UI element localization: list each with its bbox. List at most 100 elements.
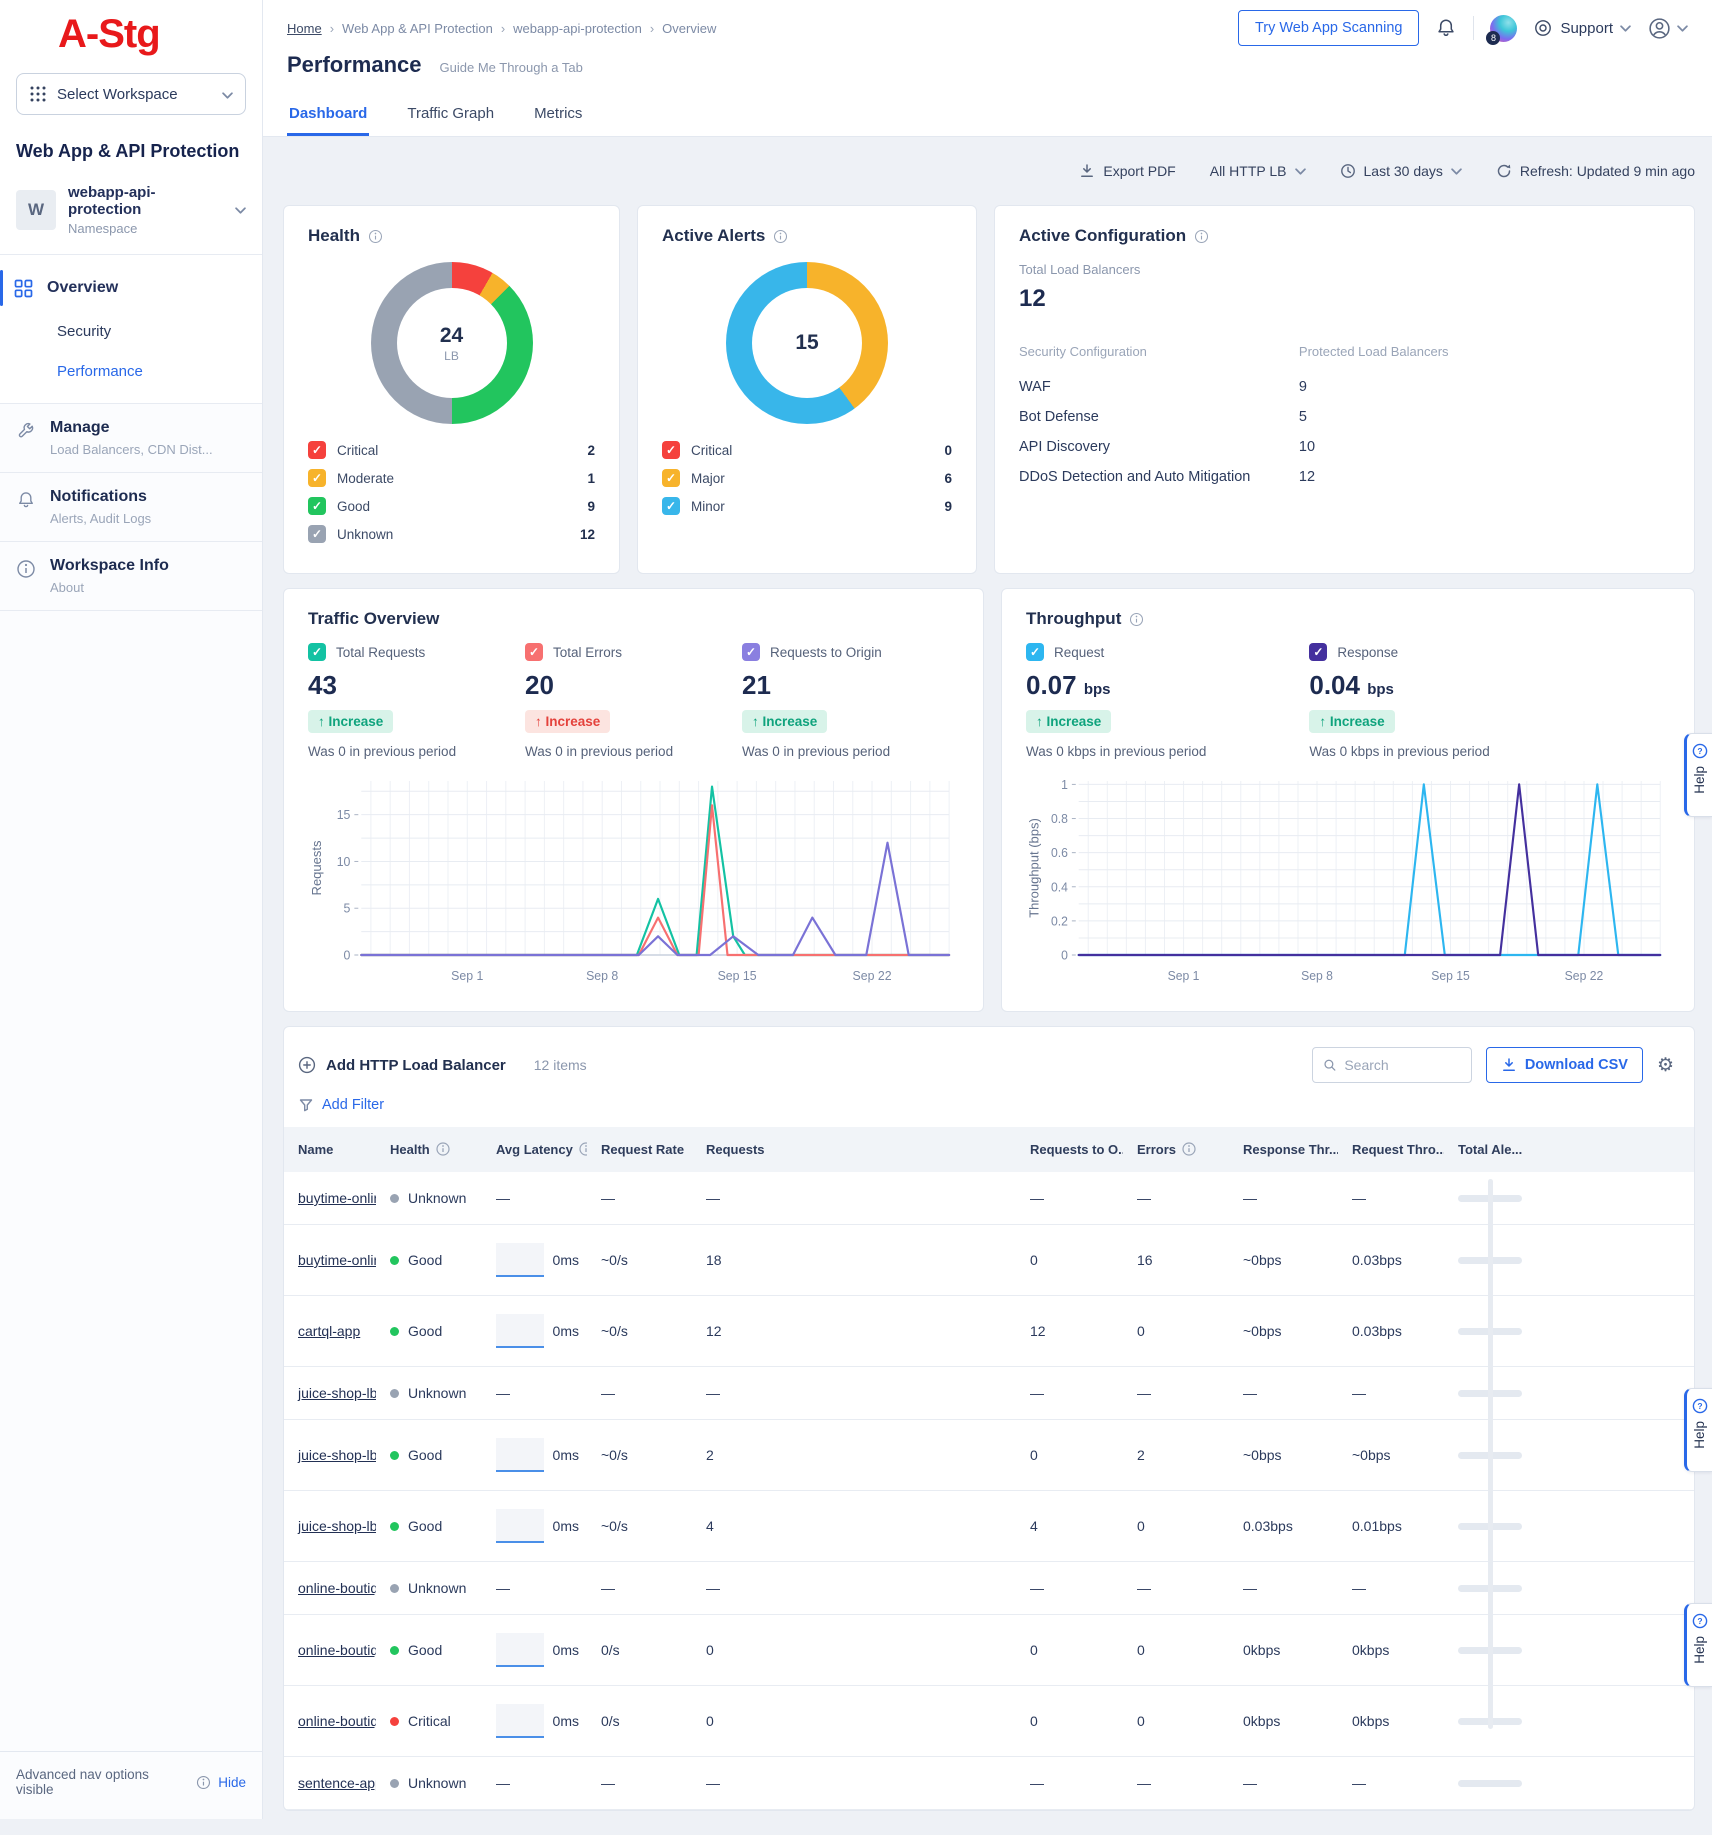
avatar[interactable]: 8 bbox=[1490, 15, 1517, 42]
add-http-lb-button[interactable]: Add HTTP Load Balancer bbox=[298, 1056, 506, 1074]
stat-block: ✓Request0.07 bps↑ IncreaseWas 0 kbps in … bbox=[1026, 643, 1309, 759]
column-header-requests[interactable]: Requests bbox=[692, 1127, 1016, 1172]
info-icon[interactable] bbox=[773, 229, 788, 244]
stat-checkbox[interactable]: ✓ bbox=[308, 643, 326, 661]
download-csv-button[interactable]: Download CSV bbox=[1486, 1047, 1643, 1083]
legend-checkbox[interactable]: ✓ bbox=[308, 469, 326, 487]
column-header-requests-to-o-[interactable]: Requests to O... bbox=[1016, 1127, 1123, 1172]
legend-checkbox[interactable]: ✓ bbox=[308, 525, 326, 543]
divider bbox=[1473, 16, 1474, 40]
breadcrumb-item[interactable]: webapp-api-protection bbox=[513, 21, 642, 36]
latency-sparkline[interactable] bbox=[496, 1633, 544, 1667]
lb-name-link[interactable]: juice-shop-lb-1 bbox=[298, 1385, 376, 1401]
lb-filter-dropdown[interactable]: All HTTP LB bbox=[1210, 163, 1306, 179]
stat-label: Request bbox=[1054, 645, 1104, 660]
search-icon bbox=[1323, 1057, 1337, 1073]
try-web-app-scanning-button[interactable]: Try Web App Scanning bbox=[1238, 10, 1420, 46]
gear-icon[interactable]: ⚙ bbox=[1657, 1056, 1674, 1075]
support-menu[interactable]: Support bbox=[1533, 18, 1631, 38]
sidebar-item-manage[interactable]: Manage Load Balancers, CDN Dist... bbox=[0, 404, 262, 473]
export-pdf-button[interactable]: Export PDF bbox=[1079, 163, 1175, 179]
latency-sparkline[interactable] bbox=[496, 1438, 544, 1472]
brand-logo[interactable]: A-Stg bbox=[58, 12, 262, 57]
tab-traffic-graph[interactable]: Traffic Graph bbox=[405, 90, 496, 136]
health-cell: Good bbox=[376, 1225, 482, 1296]
sidebar-item-performance[interactable]: Performance bbox=[0, 351, 262, 391]
lb-name-link[interactable]: online-boutiqu... bbox=[298, 1642, 376, 1658]
stat-checkbox[interactable]: ✓ bbox=[1309, 643, 1327, 661]
alerts-title: Active Alerts bbox=[662, 226, 765, 246]
lb-name-link[interactable]: online-boutiqu... bbox=[298, 1713, 376, 1729]
legend-checkbox[interactable]: ✓ bbox=[662, 469, 680, 487]
column-header-request-rate[interactable]: Request Rate bbox=[587, 1127, 692, 1172]
help-tab[interactable]: ? Help bbox=[1684, 1388, 1712, 1472]
legend-checkbox[interactable]: ✓ bbox=[308, 497, 326, 515]
health-cell: Good bbox=[376, 1615, 482, 1686]
table-scrollbar[interactable] bbox=[1488, 1179, 1493, 1729]
latency-sparkline[interactable] bbox=[496, 1314, 544, 1348]
column-header-errors[interactable]: Errors bbox=[1123, 1127, 1229, 1172]
svg-text:15: 15 bbox=[337, 808, 351, 822]
namespace-selector[interactable]: W webapp-api-protection Namespace bbox=[0, 176, 262, 255]
help-tab[interactable]: ? Help bbox=[1684, 733, 1712, 817]
latency-sparkline[interactable] bbox=[496, 1704, 544, 1738]
lb-name-link[interactable]: sentence-app... bbox=[298, 1775, 376, 1791]
product-title: Web App & API Protection bbox=[0, 121, 262, 176]
config-count: 12 bbox=[1299, 469, 1670, 485]
errors-cell: 0 bbox=[1123, 1296, 1229, 1367]
sidebar-item-workspace-info[interactable]: Workspace Info About bbox=[0, 542, 262, 611]
stat-checkbox[interactable]: ✓ bbox=[525, 643, 543, 661]
lb-name-link[interactable]: online-boutiqu... bbox=[298, 1580, 376, 1596]
legend-label: Good bbox=[337, 499, 576, 514]
guide-me-link[interactable]: Guide Me Through a Tab bbox=[440, 60, 583, 75]
stat-checkbox[interactable]: ✓ bbox=[1026, 643, 1044, 661]
lb-name-link[interactable]: cartql-app bbox=[298, 1323, 360, 1339]
workspace-selector[interactable]: Select Workspace bbox=[16, 73, 246, 115]
column-header-avg-latency[interactable]: Avg Latency bbox=[482, 1127, 587, 1172]
lb-name-link[interactable]: juice-shop-lb-2 bbox=[298, 1447, 376, 1463]
column-header-response-thr-[interactable]: Response Thr... bbox=[1229, 1127, 1338, 1172]
chevron-down-icon bbox=[1451, 168, 1462, 175]
active-configuration-card: Active Configuration Total Load Balancer… bbox=[994, 205, 1695, 574]
info-icon[interactable] bbox=[1129, 612, 1144, 627]
breadcrumb-item[interactable]: Web App & API Protection bbox=[342, 21, 493, 36]
request-throughput-cell: 0.03bps bbox=[1338, 1296, 1444, 1367]
tab-metrics[interactable]: Metrics bbox=[532, 90, 584, 136]
account-menu[interactable] bbox=[1647, 16, 1688, 41]
avg-latency-cell: — bbox=[482, 1757, 587, 1810]
request-rate-cell: — bbox=[587, 1367, 692, 1420]
latency-sparkline[interactable] bbox=[496, 1243, 544, 1277]
sidebar-item-security[interactable]: Security bbox=[0, 311, 262, 351]
breadcrumb-item[interactable]: Home bbox=[287, 21, 322, 36]
hide-nav-link[interactable]: Hide bbox=[218, 1775, 246, 1790]
info-icon[interactable] bbox=[1182, 1142, 1196, 1156]
sidebar-item-notifications[interactable]: Notifications Alerts, Audit Logs bbox=[0, 473, 262, 542]
info-icon[interactable] bbox=[579, 1142, 587, 1156]
info-icon[interactable] bbox=[1194, 229, 1209, 244]
add-filter-button[interactable]: Add Filter bbox=[284, 1083, 1694, 1127]
column-header-total-ale-[interactable]: Total Ale... bbox=[1444, 1127, 1695, 1172]
time-range-dropdown[interactable]: Last 30 days bbox=[1340, 163, 1462, 179]
info-icon[interactable] bbox=[436, 1142, 450, 1156]
refresh-button[interactable]: Refresh: Updated 9 min ago bbox=[1496, 163, 1695, 179]
config-count: 5 bbox=[1299, 409, 1670, 425]
search-input[interactable] bbox=[1344, 1057, 1461, 1073]
lb-name-link[interactable]: buytime-onlin... bbox=[298, 1190, 376, 1206]
info-icon[interactable] bbox=[368, 229, 383, 244]
bell-icon[interactable] bbox=[1435, 17, 1457, 39]
column-header-health[interactable]: Health bbox=[376, 1127, 482, 1172]
page-title: Performance bbox=[287, 52, 422, 78]
sidebar-item-overview[interactable]: Overview bbox=[0, 265, 262, 311]
tab-dashboard[interactable]: Dashboard bbox=[287, 90, 369, 136]
column-header-name[interactable]: Name bbox=[284, 1127, 376, 1172]
lb-name-link[interactable]: juice-shop-lb-3 bbox=[298, 1518, 376, 1534]
legend-checkbox[interactable]: ✓ bbox=[662, 441, 680, 459]
legend-checkbox[interactable]: ✓ bbox=[662, 497, 680, 515]
breadcrumb-separator: › bbox=[330, 21, 334, 36]
help-tab[interactable]: ? Help bbox=[1684, 1603, 1712, 1687]
lb-name-link[interactable]: buytime-onlin... bbox=[298, 1252, 376, 1268]
stat-checkbox[interactable]: ✓ bbox=[742, 643, 760, 661]
latency-sparkline[interactable] bbox=[496, 1509, 544, 1543]
legend-checkbox[interactable]: ✓ bbox=[308, 441, 326, 459]
column-header-request-thro-[interactable]: Request Thro... bbox=[1338, 1127, 1444, 1172]
